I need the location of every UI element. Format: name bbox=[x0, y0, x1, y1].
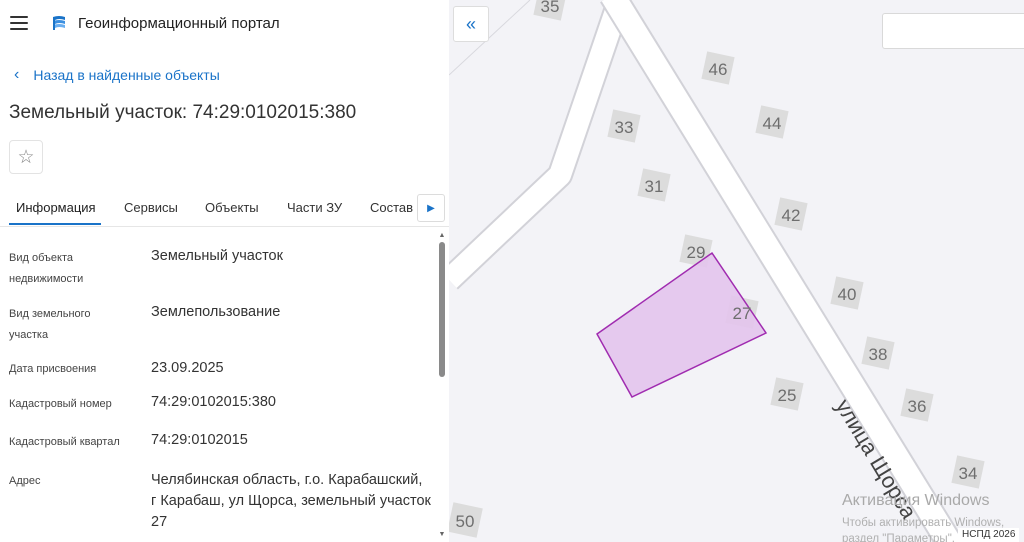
collapse-panel-button[interactable]: « bbox=[453, 6, 489, 42]
tab-information[interactable]: Информация bbox=[16, 200, 96, 215]
scroll-down-icon[interactable]: ▼ bbox=[437, 531, 447, 538]
portal-logo-icon bbox=[53, 16, 65, 30]
info-value: Челябинская область, г.о. Карабашский, г… bbox=[151, 472, 431, 530]
house-number: 25 bbox=[778, 386, 797, 405]
tab-composition[interactable]: Состав bbox=[370, 200, 413, 215]
favorite-button[interactable]: ☆ bbox=[9, 140, 43, 174]
tabs-next-button[interactable]: ▶ bbox=[417, 194, 445, 222]
house-number: 46 bbox=[709, 60, 728, 79]
info-value: 23.09.2025 bbox=[151, 360, 224, 376]
house-number: 33 bbox=[615, 118, 634, 137]
scrollbar-thumb[interactable] bbox=[439, 242, 445, 377]
menu-icon[interactable] bbox=[10, 16, 28, 30]
house-number: 42 bbox=[782, 206, 801, 225]
info-value: 74:29:0102015:380 bbox=[151, 394, 276, 410]
active-tab-indicator bbox=[9, 223, 101, 225]
info-value: Земельный участок bbox=[151, 248, 283, 264]
map-attribution: НСПД 2026 bbox=[958, 528, 1020, 542]
info-panel: Геоинформационный портал ‹ Назад в найде… bbox=[0, 0, 449, 542]
map-canvas[interactable]: 35 46 33 44 31 42 29 27 40 38 25 36 34 5… bbox=[449, 0, 1024, 542]
scroll-up-icon[interactable]: ▲ bbox=[437, 232, 447, 239]
house-number: 50 bbox=[456, 512, 475, 531]
house-number: 31 bbox=[645, 177, 664, 196]
house-number: 40 bbox=[838, 285, 857, 304]
info-value: Землепользование bbox=[151, 304, 281, 320]
map-search-input[interactable] bbox=[882, 13, 1024, 49]
info-list: Вид объекта недвижимости Земельный участ… bbox=[0, 232, 436, 542]
info-label: Дата присвоения bbox=[9, 363, 97, 375]
app-title: Геоинформационный портал bbox=[78, 15, 280, 32]
watermark-title: Активация Windows bbox=[842, 492, 990, 509]
house-number: 35 bbox=[541, 0, 560, 16]
star-icon: ☆ bbox=[17, 146, 35, 168]
info-label: Вид земельного участка bbox=[9, 308, 91, 341]
info-label: Кадастровый номер bbox=[9, 398, 112, 410]
tab-objects[interactable]: Объекты bbox=[205, 200, 259, 215]
house-number: 44 bbox=[763, 114, 782, 133]
tab-bar: Информация Сервисы Объекты Части ЗУ Сост… bbox=[0, 192, 449, 227]
info-label: Вид объекта недвижимости bbox=[9, 252, 84, 285]
tab-parts[interactable]: Части ЗУ bbox=[287, 200, 342, 215]
back-link[interactable]: ‹ Назад в найденные объекты bbox=[14, 66, 220, 84]
app-header: Геоинформационный портал bbox=[0, 0, 449, 48]
page-title: Земельный участок: 74:29:0102015:380 bbox=[9, 102, 357, 123]
triangle-right-icon: ▶ bbox=[427, 202, 435, 214]
info-value: 74:29:0102015 bbox=[151, 432, 248, 448]
house-number: 27 bbox=[733, 304, 752, 323]
house-number: 29 bbox=[687, 243, 706, 262]
tab-services[interactable]: Сервисы bbox=[124, 200, 178, 215]
info-label: Адрес bbox=[9, 475, 41, 487]
info-label: Кадастровый квартал bbox=[9, 436, 120, 448]
double-chevron-left-icon: « bbox=[465, 13, 476, 34]
back-link-label: Назад в найденные объекты bbox=[33, 67, 220, 83]
chevron-left-icon: ‹ bbox=[14, 66, 20, 83]
house-number: 36 bbox=[908, 397, 927, 416]
map-view[interactable]: 35 46 33 44 31 42 29 27 40 38 25 36 34 5… bbox=[449, 0, 1024, 542]
house-number: 34 bbox=[959, 464, 978, 483]
house-number: 38 bbox=[869, 345, 888, 364]
land-parcel bbox=[596, 251, 768, 398]
